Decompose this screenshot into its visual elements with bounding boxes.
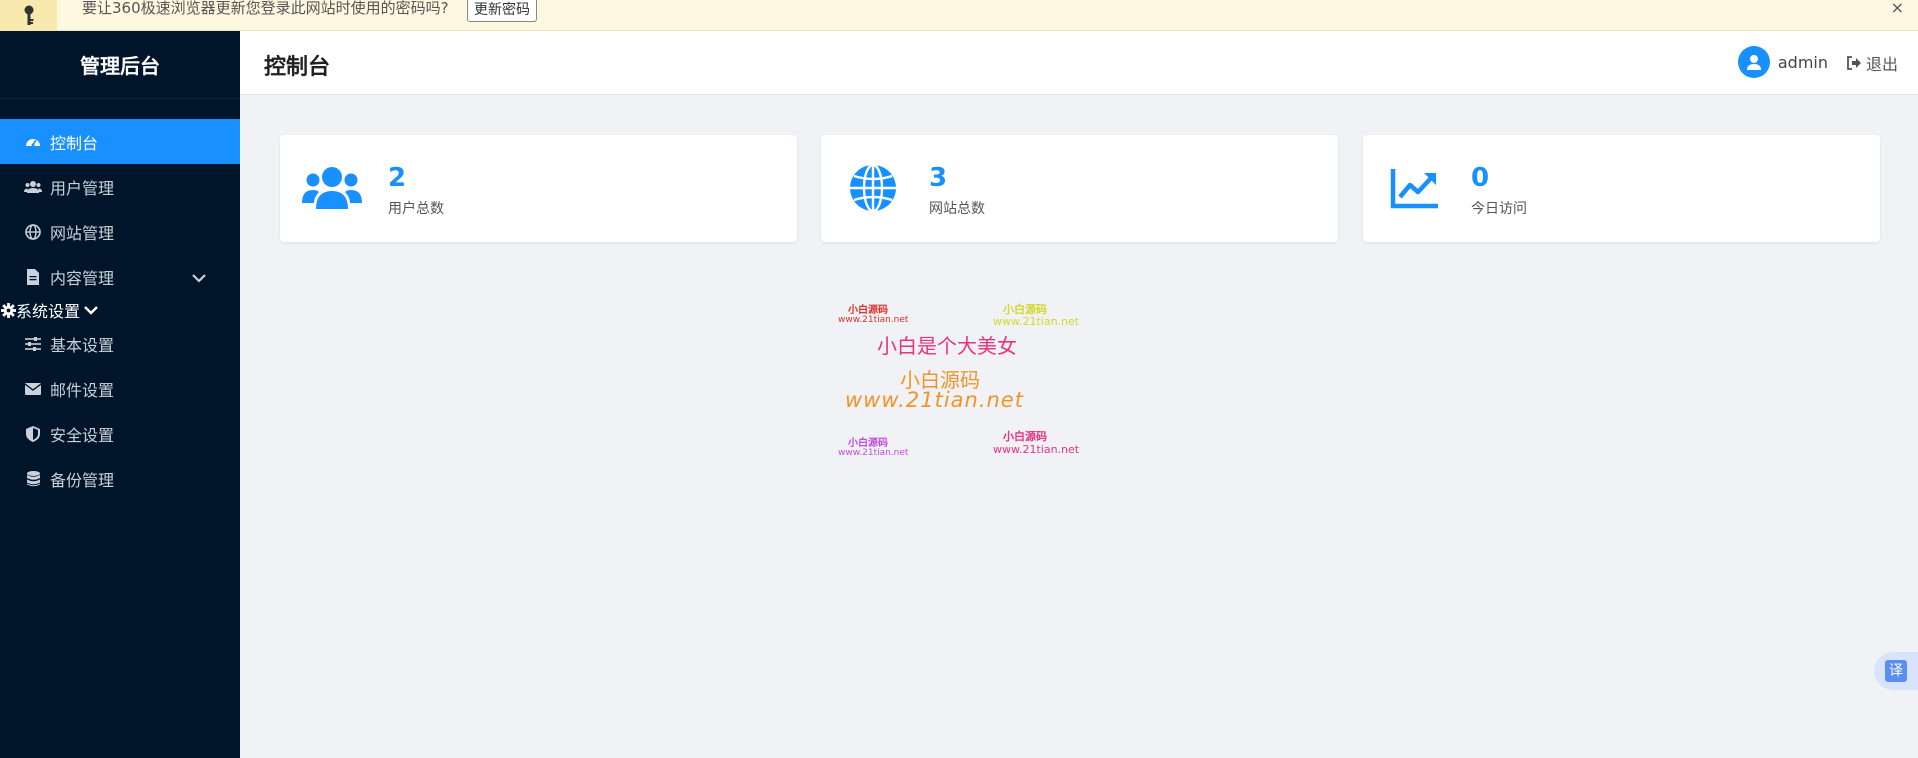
- watermark: 小白源码 www.21tian.net 小白源码 www.21tian.net …: [830, 295, 1090, 465]
- sidebar-item-basic-settings[interactable]: 基本设置: [0, 321, 240, 366]
- password-update-message: 要让360极速浏览器更新您登录此网站时使用的密码吗?: [82, 0, 449, 17]
- sidebar-item-label: 用户管理: [50, 178, 115, 198]
- dashboard-icon: [24, 133, 42, 151]
- sidebar-item-security-settings[interactable]: 安全设置: [0, 411, 240, 456]
- file-icon: [24, 268, 42, 286]
- update-password-button[interactable]: 更新密码: [467, 0, 537, 22]
- watermark-title-top-left: 小白源码: [848, 305, 888, 316]
- user-menu[interactable]: admin: [1737, 46, 1828, 78]
- password-update-bar: 要让360极速浏览器更新您登录此网站时使用的密码吗? 更新密码 ×: [0, 0, 1918, 31]
- globe-icon: [24, 223, 42, 241]
- chart-line-icon: [1385, 163, 1445, 213]
- sidebar-item-label: 备份管理: [50, 470, 115, 490]
- page-title: 控制台: [264, 55, 331, 80]
- key-icon: [0, 0, 57, 31]
- watermark-url-middle: www.21tian.net: [845, 388, 1024, 412]
- sidebar-item-users[interactable]: 用户管理: [0, 164, 240, 209]
- chevron-down-icon[interactable]: [84, 305, 98, 315]
- users-icon: [24, 178, 42, 196]
- sidebar-item-label: 控制台: [50, 133, 99, 153]
- stat-value: 2: [388, 163, 407, 193]
- stat-card-sites: 3 网站总数: [821, 135, 1338, 242]
- translate-icon: 译: [1885, 660, 1907, 682]
- sidebar-item-label: 基本设置: [50, 335, 115, 355]
- globe-icon: [843, 163, 903, 213]
- chevron-down-icon[interactable]: [192, 268, 206, 287]
- sidebar-item-label: 网站管理: [50, 223, 115, 243]
- stat-value: 0: [1471, 163, 1490, 193]
- watermark-main-text: 小白是个大美女: [877, 334, 1017, 358]
- sidebar-group-system[interactable]: 系统设置: [0, 299, 240, 321]
- sidebar-item-label: 邮件设置: [50, 380, 115, 400]
- stat-label: 用户总数: [388, 201, 444, 217]
- stat-label: 今日访问: [1471, 201, 1527, 217]
- shield-icon: [24, 425, 42, 443]
- watermark-url-top-left: www.21tian.net: [838, 315, 909, 325]
- translate-button[interactable]: 译: [1874, 652, 1918, 690]
- sliders-icon: [24, 335, 42, 353]
- watermark-url-bottom-left: www.21tian.net: [838, 448, 909, 458]
- username: admin: [1777, 52, 1828, 72]
- watermark-title-bottom-left: 小白源码: [848, 438, 888, 449]
- users-icon: [302, 163, 362, 213]
- watermark-title-bottom-right: 小白源码: [1003, 430, 1047, 443]
- sidebar: 管理后台 控制台 用户管理 网站管理 内容管理 系统设置 基本设置 邮件设置 安…: [0, 31, 240, 758]
- gear-icon: [0, 302, 16, 318]
- sign-out-icon: [1847, 56, 1862, 70]
- envelope-icon: [24, 380, 42, 398]
- sidebar-item-mail-settings[interactable]: 邮件设置: [0, 366, 240, 411]
- sidebar-item-label: 安全设置: [50, 425, 115, 445]
- sidebar-item-sites[interactable]: 网站管理: [0, 209, 240, 254]
- stat-label: 网站总数: [929, 201, 985, 217]
- stat-value: 3: [929, 163, 948, 193]
- sidebar-item-backup[interactable]: 备份管理: [0, 456, 240, 501]
- logout-button[interactable]: 退出: [1847, 51, 1898, 75]
- sidebar-item-dashboard[interactable]: 控制台: [0, 119, 240, 164]
- logout-label: 退出: [1865, 55, 1898, 74]
- stat-card-visits: 0 今日访问: [1363, 135, 1880, 242]
- top-header: 控制台 admin 退出: [240, 31, 1918, 95]
- watermark-url-top-right: www.21tian.net: [993, 315, 1080, 328]
- brand-title: 管理后台: [0, 31, 240, 99]
- avatar: [1737, 46, 1770, 78]
- sidebar-group-label: 系统设置: [16, 302, 81, 321]
- close-icon[interactable]: ×: [1891, 0, 1904, 16]
- stats-row: 2 用户总数 3 网站总数 0 今日访问: [280, 135, 1881, 242]
- watermark-url-bottom-right: www.21tian.net: [993, 443, 1080, 456]
- stat-card-users: 2 用户总数: [280, 135, 797, 242]
- sidebar-menu: 控制台 用户管理 网站管理 内容管理 系统设置 基本设置 邮件设置 安全设置 备…: [0, 119, 240, 501]
- sidebar-item-content[interactable]: 内容管理: [0, 254, 240, 299]
- sidebar-item-label: 内容管理: [50, 268, 115, 288]
- database-icon: [24, 470, 42, 488]
